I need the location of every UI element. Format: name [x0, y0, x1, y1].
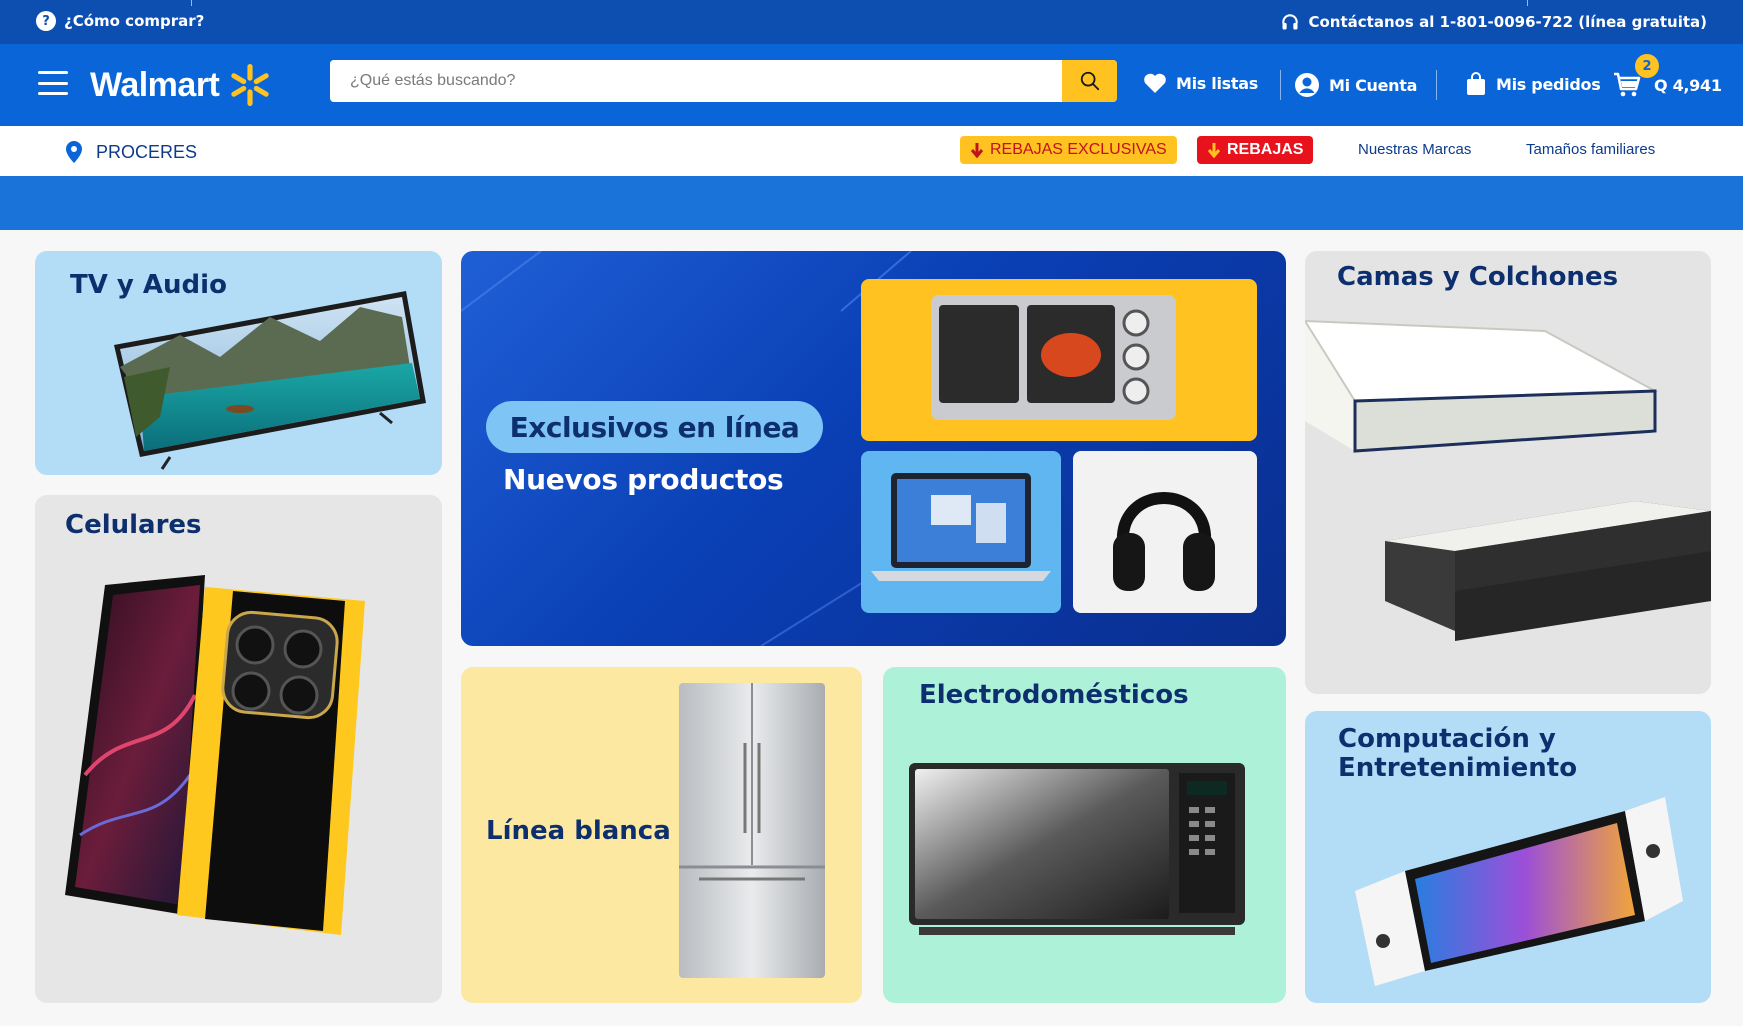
spark-logo-icon: [231, 64, 270, 106]
category-title: Línea blanca: [486, 816, 671, 846]
laptop-image: [871, 473, 1051, 581]
brand-name: Walmart: [90, 65, 220, 104]
how-to-buy-label: ¿Cómo comprar?: [64, 12, 205, 30]
cart-total: Q 4,941: [1654, 75, 1722, 95]
exclusive-sales-label: REBAJAS EXCLUSIVAS: [990, 141, 1167, 158]
category-card-white-goods[interactable]: Línea blanca: [461, 667, 862, 1003]
arrow-down-icon: [1207, 143, 1221, 158]
search-button[interactable]: [1062, 60, 1117, 102]
our-brands-link[interactable]: Nuestras Marcas: [1358, 141, 1471, 158]
microwave-image: [909, 763, 1245, 935]
sales-tag[interactable]: REBAJAS: [1197, 136, 1314, 164]
store-location-selector[interactable]: PROCERES: [64, 140, 197, 164]
bag-icon: [1467, 72, 1485, 95]
new-products-label: Nuevos productos: [503, 463, 784, 496]
category-title: Celulares: [65, 510, 202, 540]
laptop-tile: [861, 451, 1061, 613]
hero-banner-exclusive-online[interactable]: Exclusivos en línea Nuevos productos: [461, 251, 1286, 646]
divider: [1280, 70, 1281, 100]
exclusive-online-pill: Exclusivos en línea: [486, 401, 823, 453]
headphones-image: [1113, 492, 1215, 591]
category-title-line: Computación y: [1338, 724, 1556, 754]
headset-icon: [1282, 14, 1299, 30]
exclusive-sales-tag[interactable]: REBAJAS EXCLUSIVAS: [960, 136, 1177, 164]
menu-icon[interactable]: [38, 71, 68, 95]
my-lists-link[interactable]: Mis listas: [1143, 72, 1258, 94]
category-title: Electrodomésticos: [919, 680, 1189, 710]
category-title-line: Entretenimiento: [1338, 752, 1578, 783]
tv-image: [114, 291, 426, 470]
my-orders-link[interactable]: Mis pedidos: [1465, 72, 1601, 96]
store-location-label: PROCERES: [96, 141, 198, 162]
category-grid: TV y Audio Celulares Exclusivos en línea…: [0, 230, 1743, 1026]
search-bar: [330, 60, 1117, 102]
cart-link[interactable]: Q 4,941: [1613, 72, 1722, 98]
headphones-tile: [1073, 451, 1257, 613]
account-icon: [1295, 73, 1319, 97]
sub-navigation: PROCERES REBAJAS EXCLUSIVAS REBAJAS Nues…: [0, 126, 1743, 176]
fridge-image: [679, 683, 825, 978]
help-icon: ?: [36, 11, 56, 31]
contact-label: Contáctanos al 1-801-0096-722 (línea gra…: [1308, 13, 1707, 31]
toaster-oven-image: [931, 295, 1176, 420]
mattress-image: [1305, 319, 1711, 641]
how-to-buy-link[interactable]: ? ¿Cómo comprar?: [36, 11, 204, 31]
category-card-phones[interactable]: Celulares: [35, 495, 442, 1003]
my-account-link[interactable]: Mi Cuenta: [1294, 72, 1417, 98]
category-card-appliances[interactable]: Electrodomésticos: [883, 667, 1286, 1003]
family-sizes-link[interactable]: Tamaños familiares: [1526, 141, 1655, 158]
sales-label: REBAJAS: [1227, 141, 1304, 158]
category-card-beds[interactable]: Camas y Colchones: [1305, 251, 1711, 694]
category-card-tv-audio[interactable]: TV y Audio: [35, 251, 442, 475]
location-pin-icon: [66, 141, 82, 163]
promo-band: [0, 176, 1743, 230]
category-title: Computación y Entretenimiento: [1338, 725, 1577, 782]
top-info-bar: ? ¿Cómo comprar? Contáctanos al 1-801-00…: [0, 0, 1743, 44]
oven-tile: [861, 279, 1257, 441]
walmart-logo[interactable]: Walmart: [90, 62, 273, 108]
divider: [1527, 0, 1528, 6]
my-lists-label: Mis listas: [1176, 73, 1258, 93]
heart-icon: [1144, 73, 1166, 93]
search-input[interactable]: [330, 60, 1062, 102]
contact-link[interactable]: Contáctanos al 1-801-0096-722 (línea gra…: [1280, 12, 1707, 32]
category-title: Camas y Colchones: [1337, 262, 1619, 292]
my-orders-label: Mis pedidos: [1496, 74, 1601, 94]
my-account-label: Mi Cuenta: [1329, 75, 1418, 95]
main-header: Walmart Mis listas Mi Cuenta Mis pedidos: [0, 44, 1743, 126]
cart-count-badge: 2: [1635, 54, 1659, 78]
console-image: [1355, 797, 1683, 986]
category-card-computing[interactable]: Computación y Entretenimiento: [1305, 711, 1711, 1003]
search-icon: [1080, 71, 1099, 91]
phone-image: [65, 575, 365, 935]
cart-icon: [1614, 72, 1641, 97]
divider: [1436, 70, 1437, 100]
arrow-down-icon: [970, 143, 984, 158]
divider: [191, 0, 192, 6]
